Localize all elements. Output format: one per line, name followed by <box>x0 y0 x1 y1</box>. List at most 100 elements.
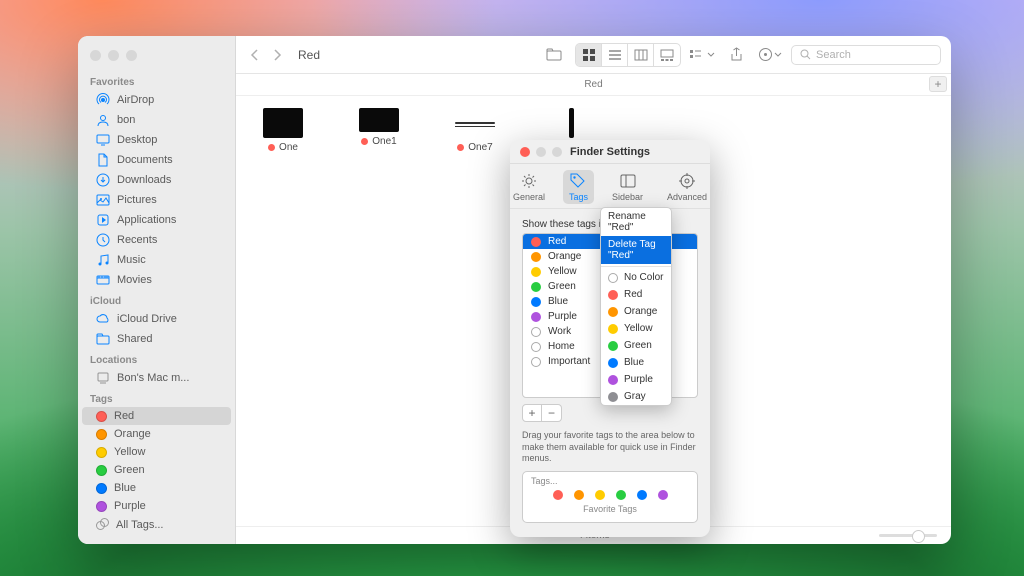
sidebar-item-label: Blue <box>114 482 136 494</box>
column-view-button[interactable] <box>628 44 654 66</box>
context-menu[interactable]: Rename "Red"Delete Tag "Red" No ColorRedO… <box>600 207 672 406</box>
sidebar-item-bon[interactable]: bon <box>82 110 231 130</box>
sidebar-item-label: AirDrop <box>117 94 154 106</box>
sidebar-item-recents[interactable]: Recents <box>82 230 231 250</box>
favorite-tag-orange[interactable] <box>574 490 584 500</box>
sidebar-item-airdrop[interactable]: AirDrop <box>82 90 231 110</box>
music-icon <box>96 253 110 267</box>
icon-view-button[interactable] <box>576 44 602 66</box>
sidebar-item-label: Music <box>117 254 146 266</box>
sidebar-item-label: Shared <box>117 333 152 345</box>
sidebar-icon <box>619 172 637 190</box>
menu-color-green[interactable]: Green <box>601 337 671 354</box>
sidebar-item-pictures[interactable]: Pictures <box>82 190 231 210</box>
group-button[interactable] <box>689 44 715 66</box>
sidebar-item-all-tags-[interactable]: All Tags... <box>82 515 231 534</box>
file-item[interactable]: One1 <box>350 108 408 147</box>
favorite-tag-yellow[interactable] <box>595 490 605 500</box>
menu-color-orange[interactable]: Orange <box>601 303 671 320</box>
sidebar-item-bon-s-mac-m-[interactable]: Bon's Mac m... <box>82 368 231 388</box>
search-field[interactable]: Search <box>791 45 941 65</box>
tag-color-dot <box>531 252 541 262</box>
sidebar-item-documents[interactable]: Documents <box>82 150 231 170</box>
settings-tabs: General Tags Sidebar Advanced <box>510 164 710 209</box>
list-view-button[interactable] <box>602 44 628 66</box>
tab-sidebar[interactable]: Sidebar <box>606 170 649 204</box>
apps-icon <box>96 213 110 227</box>
add-path-button[interactable]: + <box>929 76 947 92</box>
menu-color-yellow[interactable]: Yellow <box>601 320 671 337</box>
sidebar-item-shared[interactable]: Shared <box>82 329 231 349</box>
file-item[interactable]: One <box>254 108 312 153</box>
tag-dot-icon <box>96 465 107 476</box>
tag-color-dot <box>531 357 541 367</box>
cloud-icon <box>96 312 110 326</box>
file-thumbnail <box>263 108 303 138</box>
gallery-view-button[interactable] <box>654 44 680 66</box>
file-item[interactable]: One7 <box>446 108 504 153</box>
sidebar-section-tags: Tags <box>78 388 235 407</box>
new-folder-button[interactable] <box>541 44 567 66</box>
tab-advanced[interactable]: Advanced <box>661 170 710 204</box>
sidebar-item-downloads[interactable]: Downloads <box>82 170 231 190</box>
favorite-tag-blue[interactable] <box>637 490 647 500</box>
favorite-tag-green[interactable] <box>616 490 626 500</box>
color-dot <box>608 273 618 283</box>
tags-button[interactable] <box>757 44 783 66</box>
tab-tags[interactable]: Tags <box>563 170 594 204</box>
sidebar-item-applications[interactable]: Applications <box>82 210 231 230</box>
sidebar-item-desktop[interactable]: Desktop <box>82 130 231 150</box>
menu-item[interactable]: Rename "Red" <box>601 208 671 236</box>
sidebar-item-purple[interactable]: Purple <box>82 497 231 515</box>
sidebar-item-orange[interactable]: Orange <box>82 425 231 443</box>
forward-button[interactable] <box>273 49 282 61</box>
menu-color-gray[interactable]: Gray <box>601 388 671 405</box>
favorite-tag-purple[interactable] <box>658 490 668 500</box>
favorite-tag-red[interactable] <box>553 490 563 500</box>
file-thumbnail <box>569 108 574 138</box>
menu-color-blue[interactable]: Blue <box>601 354 671 371</box>
menu-color-purple[interactable]: Purple <box>601 371 671 388</box>
back-button[interactable] <box>250 49 259 61</box>
tab-general[interactable]: General <box>510 170 551 204</box>
settings-window-controls[interactable] <box>510 147 562 157</box>
color-dot <box>608 307 618 317</box>
sidebar-item-label: Movies <box>117 274 152 286</box>
color-dot <box>608 392 618 402</box>
add-tag-button[interactable]: + <box>522 404 542 422</box>
remove-tag-button[interactable]: − <box>542 404 562 422</box>
gear-icon <box>520 172 538 190</box>
sidebar-item-green[interactable]: Green <box>82 461 231 479</box>
color-dot <box>608 290 618 300</box>
window-controls[interactable] <box>78 44 235 71</box>
recents-icon <box>96 233 110 247</box>
sidebar-item-label: Purple <box>114 500 146 512</box>
sidebar-item-red[interactable]: Red <box>82 407 231 425</box>
download-icon <box>96 173 110 187</box>
menu-item[interactable]: Delete Tag "Red" <box>601 236 671 264</box>
menu-color-red[interactable]: Red <box>601 286 671 303</box>
sidebar-item-movies[interactable]: Movies <box>82 270 231 290</box>
add-remove-controls: + − <box>522 404 698 422</box>
menu-color-none[interactable]: No Color <box>601 269 671 286</box>
finder-toolbar: Red Search <box>236 36 951 74</box>
tag-color-dot <box>531 342 541 352</box>
sidebar-item-blue[interactable]: Blue <box>82 479 231 497</box>
sidebar-item-yellow[interactable]: Yellow <box>82 443 231 461</box>
share-button[interactable] <box>723 44 749 66</box>
zoom-slider[interactable] <box>879 534 937 537</box>
sidebar-item-music[interactable]: Music <box>82 250 231 270</box>
favorite-tags-box[interactable]: Tags... Favorite Tags <box>522 471 698 523</box>
doc-icon <box>96 153 110 167</box>
window-title: Red <box>298 48 320 62</box>
desktop-icon <box>96 133 110 147</box>
sidebar-item-icloud-drive[interactable]: iCloud Drive <box>82 309 231 329</box>
movies-icon <box>96 273 110 287</box>
shared-icon <box>96 332 110 346</box>
advanced-icon <box>678 172 696 190</box>
tag-icon <box>569 172 587 190</box>
sidebar-item-label: bon <box>117 114 135 126</box>
tag-dot-icon <box>96 429 107 440</box>
sidebar-item-label: All Tags... <box>116 519 164 531</box>
tag-color-dot <box>531 297 541 307</box>
